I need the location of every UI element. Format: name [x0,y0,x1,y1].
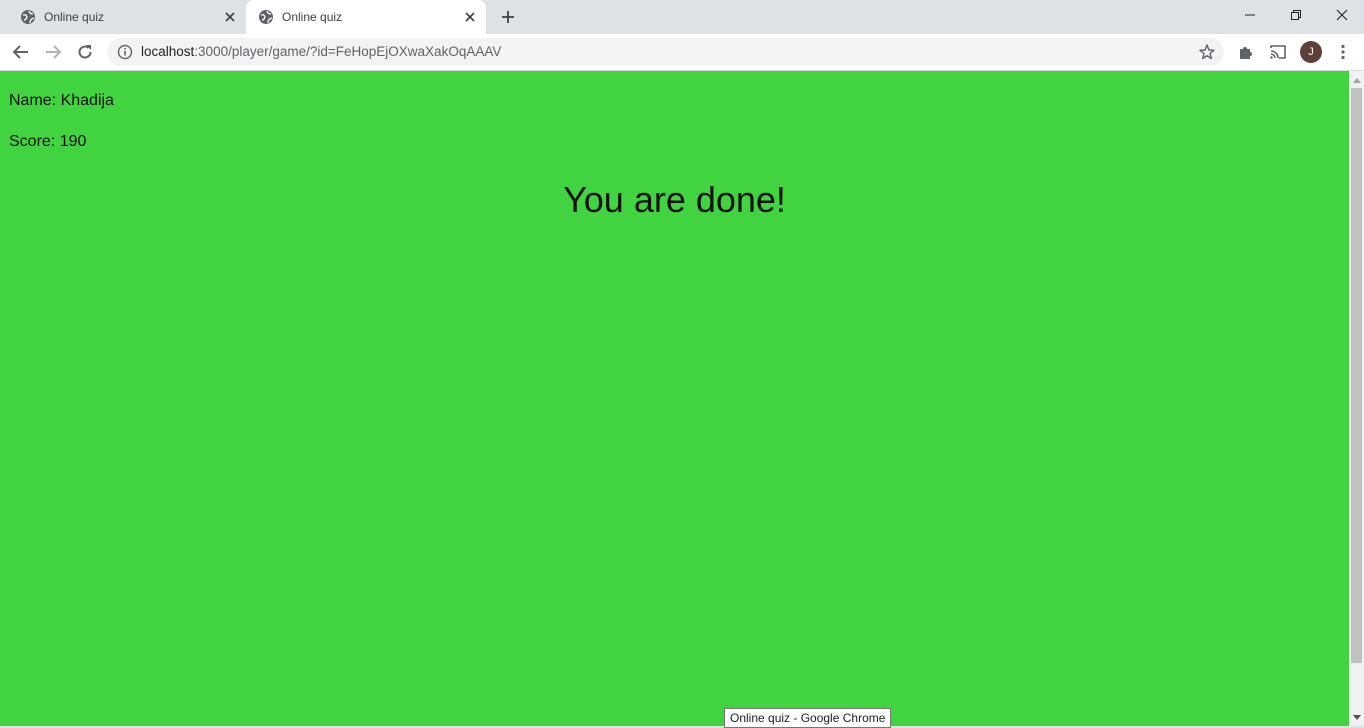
globe-icon [21,10,35,24]
scroll-down-button[interactable] [1349,711,1364,725]
puzzle-piece-icon [1240,47,1252,59]
profile-avatar[interactable]: J [1300,41,1322,63]
browser-toolbar: localhost:3000/player/game/?id=FeHopEjOX… [0,34,1364,71]
scroll-up-button[interactable] [1349,73,1364,87]
back-button[interactable] [9,40,33,64]
tab-title: Online quiz [282,10,343,24]
close-window-button[interactable] [1319,0,1364,30]
url-text[interactable]: localhost:3000/player/game/?id=FeHopEjOX… [141,44,501,59]
url-host: localhost [141,44,195,59]
minimize-icon [1245,14,1255,16]
triangle-up-icon [1352,78,1361,83]
player-name: Name: Khadija [9,92,114,109]
reload-button[interactable] [73,40,97,64]
url-path: :3000/player/game/?id=FeHopEjOXwaXakOqAA… [194,44,502,59]
restore-icon [1291,10,1301,20]
more-vertical-icon [1341,44,1345,60]
close-icon [1336,9,1348,21]
player-score: Score: 190 [9,133,87,150]
page-viewport: Name: Khadija Score: 190 You are done! [0,71,1349,726]
address-bar[interactable]: localhost:3000/player/game/?id=FeHopEjOX… [107,38,1224,66]
done-heading: You are done! [563,179,786,220]
extensions-button[interactable] [1234,40,1258,64]
reload-icon [78,45,92,59]
globe-icon [259,10,273,24]
cast-icon [1270,45,1286,59]
close-icon[interactable] [462,9,478,25]
bookmark-star-icon[interactable] [1198,43,1216,61]
scrollbar-thumb[interactable] [1351,88,1362,663]
menu-button[interactable] [1331,40,1355,64]
cast-button[interactable] [1266,40,1290,64]
tab-strip: Online quiz Online quiz [0,0,1364,34]
triangle-down-icon [1352,715,1361,720]
close-icon[interactable] [222,9,238,25]
minimize-button[interactable] [1227,0,1273,30]
back-arrow-icon [12,45,28,59]
forward-arrow-icon [46,45,62,59]
tab-online-quiz-2[interactable]: Online quiz [246,0,486,34]
info-icon[interactable] [117,44,133,60]
restore-button[interactable] [1273,0,1319,30]
new-tab-plus-icon[interactable] [498,7,518,27]
tab-title: Online quiz [44,10,105,24]
vertical-scrollbar[interactable] [1349,71,1364,726]
tab-online-quiz-1[interactable]: Online quiz [8,0,246,34]
forward-button[interactable] [41,40,65,64]
window-tooltip: Online quiz - Google Chrome [724,708,892,728]
